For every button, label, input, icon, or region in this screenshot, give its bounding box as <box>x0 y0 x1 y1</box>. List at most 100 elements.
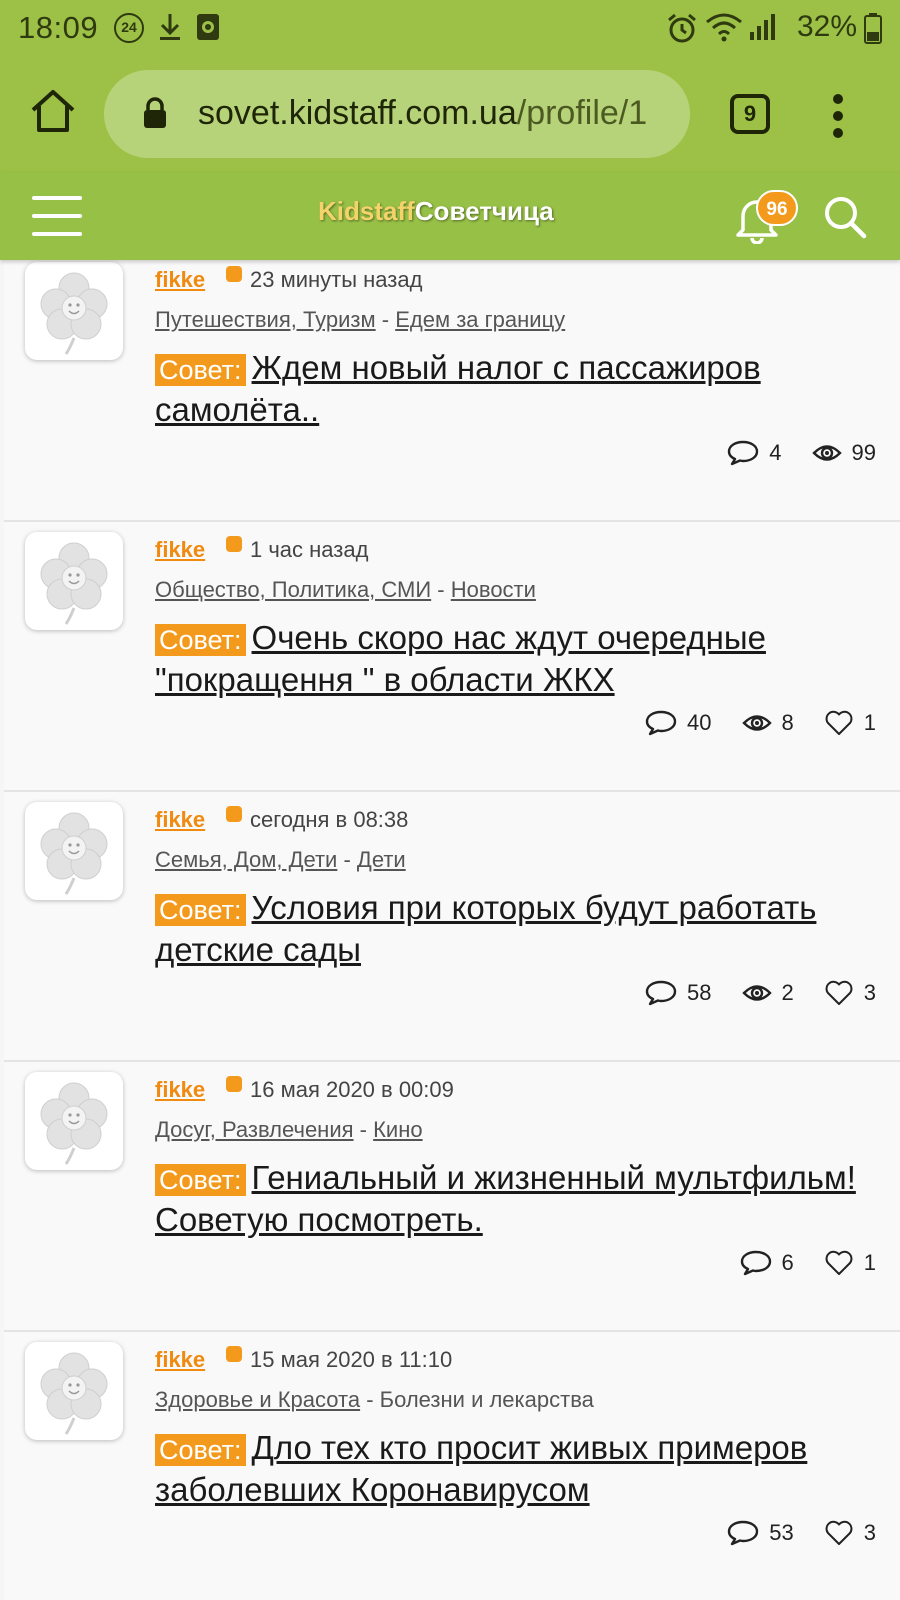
post-feed: fikke 23 минуты назад Путешествия, Туриз… <box>0 260 900 1600</box>
likes-stat[interactable]: 3 <box>824 1520 876 1546</box>
post-tag: Совет: <box>155 1434 246 1466</box>
post-stats: 6 1 <box>710 1248 876 1278</box>
category-link[interactable]: Досуг, Развлечения <box>155 1117 354 1142</box>
status-dot-icon <box>226 1076 242 1092</box>
user-avatar[interactable] <box>25 262 123 360</box>
user-avatar[interactable] <box>25 1072 123 1170</box>
battery-icon <box>864 13 882 44</box>
status-dot-icon <box>226 536 242 552</box>
app-notification-icon <box>197 14 219 40</box>
home-icon[interactable] <box>28 86 78 136</box>
comment-icon <box>728 440 759 466</box>
comments-count: 58 <box>687 980 712 1005</box>
comments-stat[interactable]: 40 <box>645 710 712 736</box>
category-link[interactable]: Путешествия, Туризм <box>155 307 376 332</box>
comments-stat[interactable]: 4 <box>727 440 782 466</box>
likes-count: 3 <box>863 980 876 1005</box>
post-title-link[interactable]: Условия при которых будут работать детск… <box>155 889 816 968</box>
post-author-link[interactable]: fikke <box>155 267 205 293</box>
likes-count: 1 <box>863 710 876 735</box>
likes-stat[interactable]: 1 <box>824 1250 876 1276</box>
status-dot-icon <box>226 806 242 822</box>
search-icon[interactable] <box>822 194 868 240</box>
post-stats: 58 2 3 <box>615 978 876 1008</box>
tabs-button[interactable]: 9 <box>730 94 770 134</box>
logo-part-sovetchitsa: Советчица <box>414 196 554 226</box>
post-card: fikke сегодня в 08:38 Семья, Дом, Дети -… <box>4 792 900 1062</box>
comments-count: 40 <box>687 710 712 735</box>
views-stat: 2 <box>741 980 794 1006</box>
user-avatar[interactable] <box>25 802 123 900</box>
post-tag: Совет: <box>155 894 246 926</box>
notification-badge[interactable]: 96 <box>756 190 798 226</box>
eye-icon <box>741 985 772 1001</box>
eye-icon <box>741 715 772 731</box>
post-card: fikke 15 мая 2020 в 11:10 Здоровье и Кра… <box>4 1332 900 1600</box>
hamburger-menu-icon[interactable] <box>32 196 82 236</box>
subcategory-link[interactable]: Дети <box>357 847 406 872</box>
flower-avatar-icon <box>40 542 108 625</box>
user-avatar[interactable] <box>25 532 123 630</box>
url-path: /profile/1 <box>516 94 648 132</box>
post-tag: Совет: <box>155 354 246 386</box>
user-avatar[interactable] <box>25 1342 123 1440</box>
post-time: 23 минуты назад <box>250 267 423 292</box>
post-author-link[interactable]: fikke <box>155 537 205 563</box>
comment-icon <box>728 1520 759 1546</box>
lock-icon <box>144 97 166 128</box>
post-time: 16 мая 2020 в 00:09 <box>250 1077 454 1102</box>
comment-icon <box>645 980 677 1006</box>
logo-part-kidstaff: Kidstaff <box>318 196 415 226</box>
address-bar[interactable]: sovet.kidstaff.com.ua/profile/1 <box>104 70 690 158</box>
subcategory-link[interactable]: Едем за границу <box>395 307 565 332</box>
likes-stat[interactable]: 1 <box>824 710 876 736</box>
flower-avatar-icon <box>40 272 108 355</box>
site-header: KidstaffСоветчица 96 <box>0 172 900 260</box>
download-icon <box>160 14 180 40</box>
post-stats: 40 8 1 <box>615 708 876 738</box>
post-title: Совет: Очень скоро нас ждут очередные "по… <box>155 618 875 700</box>
eye-icon <box>811 445 842 461</box>
post-card: fikke 23 минуты назад Путешествия, Туриз… <box>4 260 900 522</box>
comments-stat[interactable]: 53 <box>727 1520 794 1546</box>
post-title-link[interactable]: Дло тех кто просит живых примеров заболе… <box>155 1429 807 1508</box>
post-title: Совет: Ждем новый налог с пассажиров само… <box>155 348 875 430</box>
post-author-link[interactable]: fikke <box>155 1347 205 1373</box>
post-time: 1 час назад <box>250 537 369 562</box>
post-card: fikke 1 час назад Общество, Политика, СМ… <box>4 522 900 792</box>
url-text: sovet.kidstaff.com.ua/profile/1 <box>198 94 647 133</box>
comment-icon <box>645 710 677 736</box>
likes-stat[interactable]: 3 <box>824 980 876 1006</box>
flower-avatar-icon <box>40 1082 108 1165</box>
more-menu-icon[interactable] <box>832 94 844 138</box>
wifi-icon <box>706 13 742 42</box>
post-title-link[interactable]: Гениальный и жизненный мультфильм! Совет… <box>155 1159 856 1238</box>
comments-count: 4 <box>769 440 782 465</box>
likes-count: 1 <box>863 1250 876 1275</box>
comments-stat[interactable]: 58 <box>645 980 712 1006</box>
status-dot-icon <box>226 1346 242 1362</box>
subcategory-link[interactable]: Кино <box>373 1117 423 1142</box>
heart-icon <box>825 710 853 735</box>
post-author-link[interactable]: fikke <box>155 1077 205 1103</box>
site-logo[interactable]: KidstaffСоветчица <box>318 196 554 227</box>
post-title-link[interactable]: Очень скоро нас ждут очередные "покращен… <box>155 619 766 698</box>
subcategory-link[interactable]: Новости <box>451 577 536 602</box>
subcategory-label: Болезни и лекарства <box>379 1387 594 1412</box>
post-author-link[interactable]: fikke <box>155 807 205 833</box>
comment-icon <box>740 1250 771 1276</box>
post-time: 15 мая 2020 в 11:10 <box>250 1347 453 1372</box>
category-link[interactable]: Здоровье и Красота <box>155 1387 360 1412</box>
category-link[interactable]: Общество, Политика, СМИ <box>155 577 431 602</box>
post-title: Совет: Гениальный и жизненный мультфильм!… <box>155 1158 875 1240</box>
views-count: 2 <box>781 980 794 1005</box>
post-categories: Общество, Политика, СМИ - Новости <box>155 577 536 602</box>
comments-stat[interactable]: 6 <box>740 1250 794 1276</box>
heart-icon <box>825 1250 853 1275</box>
views-count: 8 <box>781 710 794 735</box>
status-bar: 18:09 24 32% <box>0 0 900 56</box>
heart-icon <box>825 1520 853 1545</box>
category-link[interactable]: Семья, Дом, Дети <box>155 847 337 872</box>
post-card: fikke 16 мая 2020 в 00:09 Досуг, Развлеч… <box>4 1062 900 1332</box>
battery-percent: 32% <box>797 10 858 43</box>
